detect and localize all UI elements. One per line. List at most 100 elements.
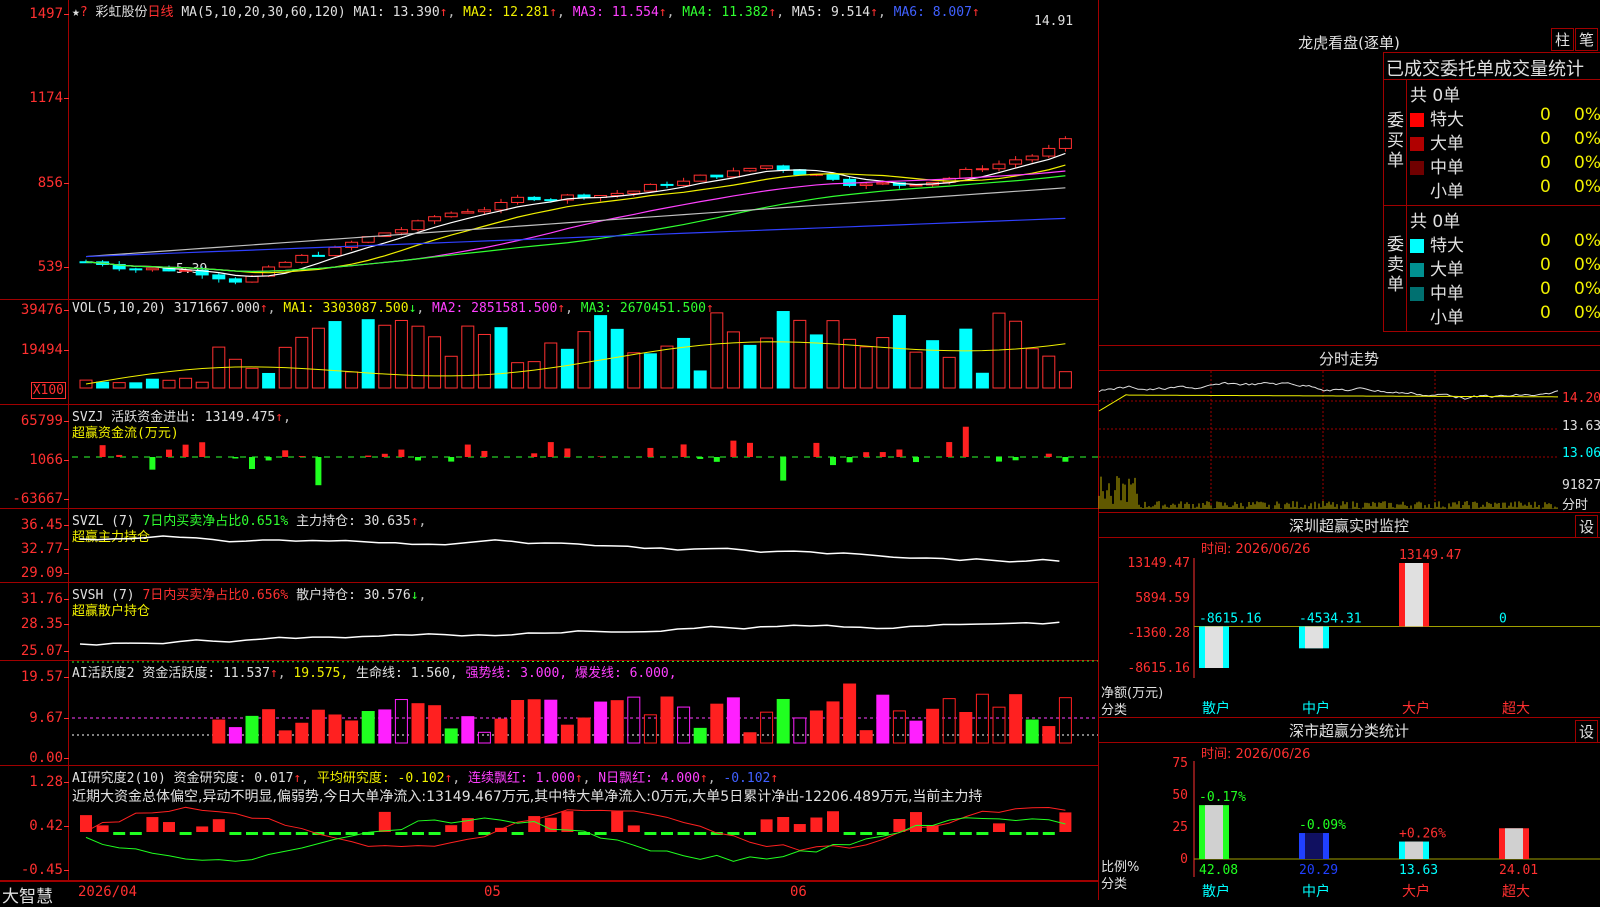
order-count: 0 <box>1540 279 1551 299</box>
order-type: 大单 <box>1430 134 1464 154</box>
net-bar-shine <box>1405 563 1423 626</box>
candle-body <box>644 184 656 191</box>
candle-body <box>628 191 640 193</box>
price-pane[interactable]: 1497 1174 856 539 ★? 彩虹股份日线 MA(5,10,20,3… <box>0 0 1098 300</box>
svzj-pane[interactable]: 65799 1066 -63667 SVZJ 活跃资金进出: 13149.475… <box>0 405 1098 509</box>
activity-bar <box>379 710 391 743</box>
activity-bar <box>711 704 723 743</box>
dragon-tiger-panel: 龙虎看盘(逐单) 柱 笔 已成交委托单成交量统计 委买单 委卖单 共 0单特大0… <box>1099 0 1600 345</box>
y-tick: -8615.16 <box>1127 661 1190 676</box>
ai-activity-pane[interactable]: 19.57 9.67 0.00 AI活跃度2 资金活跃度: 11.537↑, 1… <box>0 661 1098 766</box>
pct-label: -0.17% <box>1199 790 1246 805</box>
candle-body <box>678 181 690 185</box>
volume-pane[interactable]: 39476 19494 X100 VOL(5,10,20) 3171667.00… <box>0 300 1098 405</box>
activity-bar <box>346 721 358 743</box>
value-label: 13.63 <box>1399 863 1438 878</box>
ma-line <box>86 165 1065 273</box>
volume-bar <box>180 378 192 388</box>
flow-bar <box>564 448 570 457</box>
research-bar <box>844 832 856 835</box>
volume-bar <box>1043 356 1055 388</box>
main-force-line <box>0 509 1098 582</box>
flow-bar <box>913 457 919 462</box>
volume-bar <box>528 362 540 388</box>
svzl-pane[interactable]: 36.45 32.77 29.09 SVZL (7) 7日内买卖净占比0.651… <box>0 509 1098 583</box>
flow-bar <box>714 457 720 462</box>
volume-bar <box>229 359 241 388</box>
flow-bar <box>647 448 653 457</box>
research-bar <box>146 817 158 832</box>
order-row: 特大00% <box>1410 105 1600 129</box>
volume-bar <box>445 356 457 388</box>
net-amount-bar-chart: 13149.475894.59-1360.28-8615.16-8615.16散… <box>1099 513 1600 718</box>
candle-body <box>512 197 524 202</box>
flow-bar <box>448 457 454 462</box>
flow-bar <box>166 450 172 457</box>
value-label: 0 <box>1499 611 1507 626</box>
activity-bar <box>844 684 856 743</box>
flow-bar <box>299 456 305 457</box>
activity-bar <box>296 723 308 743</box>
volume-bar <box>346 372 358 388</box>
volume-bar <box>312 328 324 388</box>
candle-body <box>744 168 756 171</box>
candle-body <box>1043 148 1055 156</box>
activity-bar <box>794 718 806 743</box>
order-row: 特大00% <box>1410 231 1600 255</box>
order-row: 小单00% <box>1410 303 1600 327</box>
activity-bar <box>1059 698 1071 743</box>
flow-bar <box>100 445 106 457</box>
candle-body <box>761 166 773 168</box>
footer-bar: 大智慧 2026/04 05 06 <box>0 881 1098 901</box>
flow-bar <box>681 444 687 457</box>
candle-body <box>495 202 507 209</box>
legend-swatch <box>1410 185 1424 199</box>
volume-bar <box>429 337 441 388</box>
order-type: 中单 <box>1430 284 1464 304</box>
volume-bar <box>976 373 988 388</box>
activity-bar <box>761 712 773 743</box>
intraday-panel[interactable]: 分时走势 14.20 13.63 13.06 91827 分时 <box>1099 345 1600 513</box>
flow-bar <box>382 454 388 457</box>
volume-bars <box>0 300 1098 404</box>
volume-bar <box>545 343 557 388</box>
research-bar <box>943 832 955 835</box>
candle-body <box>329 247 341 255</box>
activity-bar <box>960 712 972 743</box>
flow-bar <box>747 443 753 457</box>
research-bar <box>860 832 872 835</box>
volume-bar <box>1059 372 1071 388</box>
classify-panel[interactable]: 深市超赢分类统计 设 时间: 2026/06/26 比例% 分类 7550250… <box>1099 717 1600 901</box>
candle-body <box>146 268 158 270</box>
monitor-panel[interactable]: 深圳超赢实时监控 设 时间: 2026/06/26 净额(万元) 分类 1314… <box>1099 512 1600 718</box>
volume-bar <box>644 354 656 388</box>
activity-bar <box>561 725 573 743</box>
svsh-pane[interactable]: 31.76 28.35 25.07 SVSH (7) 7日内买卖净占比0.656… <box>0 583 1098 661</box>
activity-bar <box>860 731 872 743</box>
volume-bar <box>163 380 175 388</box>
ratio-bar-shine <box>1505 828 1523 859</box>
volume-bar <box>678 338 690 388</box>
avg-line <box>1099 395 1558 411</box>
category-label: 超大 <box>1502 884 1530 900</box>
ratio-bar-shine <box>1205 805 1223 859</box>
ai-research-pane[interactable]: 1.28 0.42 -0.45 AI研究度2(10) 资金研究度: 0.017↑… <box>0 766 1098 881</box>
tick-view-button[interactable]: 笔 <box>1575 28 1598 51</box>
volume-bar <box>263 373 275 388</box>
research-bar <box>993 823 1005 832</box>
activity-bar <box>678 707 690 743</box>
column-view-button[interactable]: 柱 <box>1551 28 1574 51</box>
holding-line <box>80 622 1059 645</box>
order-row: 小单00% <box>1410 177 1600 201</box>
category-label: 中户 <box>1302 883 1330 900</box>
research-bar <box>1010 832 1022 835</box>
research-bar <box>1043 832 1055 835</box>
activity-bar <box>445 729 457 743</box>
value-label: 24.01 <box>1499 863 1538 878</box>
candle-body <box>395 230 407 233</box>
flow-bar <box>996 457 1002 462</box>
candle-body <box>213 275 225 279</box>
category-label: 大户 <box>1402 700 1430 717</box>
brand-label[interactable]: 大智慧 <box>2 882 53 907</box>
order-percent: 0% <box>1574 105 1600 125</box>
